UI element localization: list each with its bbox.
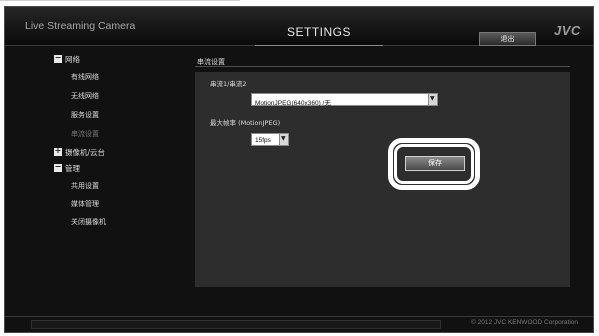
section-divider [195, 66, 570, 67]
sidebar-item-common-settings[interactable]: 共用设置 [71, 181, 99, 191]
sidebar-category-manage[interactable]: − 管理 [54, 162, 80, 174]
tab-settings[interactable]: SETTINGS [255, 25, 383, 46]
sidebar-item-streaming-settings: 串流设置 [71, 130, 99, 138]
dropdown-button[interactable]: ▼ [279, 134, 288, 145]
app-window: Live Streaming Camera SETTINGS 退出 JVC − 网… [4, 6, 594, 333]
expand-icon: + [54, 146, 62, 156]
stream-select[interactable]: MotionJPEG(640x360) /无 ▼ [251, 93, 438, 107]
status-bar [31, 320, 441, 329]
save-button[interactable]: 保存 [405, 156, 465, 171]
logout-button[interactable]: 退出 [479, 32, 536, 46]
collapse-icon: − [54, 162, 62, 172]
dropdown-button[interactable]: ▼ [428, 94, 437, 105]
sidebar-category-network[interactable]: − 网络 [54, 53, 80, 65]
chevron-down-icon: ▼ [430, 95, 435, 102]
sidebar-category-camera[interactable]: + 摄像机/云台 [54, 146, 106, 158]
footer-divider [5, 316, 593, 317]
framerate-label: 最大帧率 (MotionJPEG) [210, 119, 281, 127]
stream-select-value: MotionJPEG(640x360) /无 [255, 100, 331, 107]
sidebar-category-label: 管理 [65, 164, 80, 173]
sidebar-item-media-management[interactable]: 媒体管理 [71, 199, 99, 209]
sidebar-item-wired-network[interactable]: 有线网络 [71, 72, 99, 82]
top-edge-line [0, 0, 240, 1]
chevron-down-icon: ▼ [281, 135, 286, 142]
collapse-icon: − [54, 53, 62, 63]
sidebar-category-label: 网络 [65, 55, 80, 64]
jvc-logo: JVC [554, 23, 581, 38]
sidebar-item-service-settings[interactable]: 服务设置 [71, 110, 99, 120]
sidebar-item-wireless-network[interactable]: 无线网络 [71, 91, 99, 101]
header-bar: Live Streaming Camera SETTINGS 退出 JVC [5, 7, 593, 46]
copyright-text: © 2012 JVC KENWOOD Corporation [471, 319, 579, 326]
app-title: Live Streaming Camera [25, 20, 136, 32]
sidebar-item-shutdown-camera[interactable]: 关闭摄像机 [71, 217, 106, 227]
framerate-select-value: 15fps [255, 137, 271, 144]
framerate-select[interactable]: 15fps ▼ [251, 133, 289, 146]
sidebar-category-label: 摄像机/云台 [65, 148, 106, 157]
stream-label: 串流1/串流2 [210, 80, 247, 88]
